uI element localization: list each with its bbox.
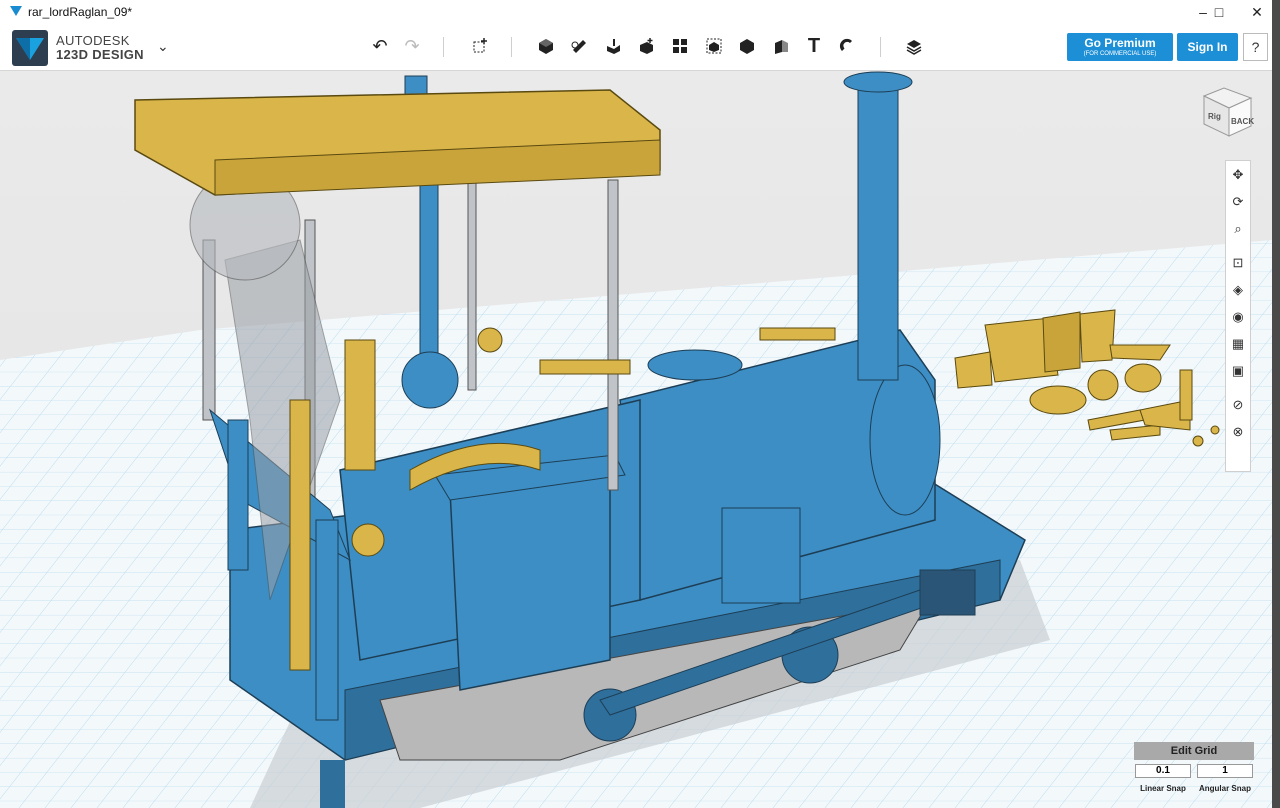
- app-window: rar_lordRaglan_09* – □ ✕ AUTODESK 123D D…: [0, 0, 1273, 808]
- go-premium-label: Go Premium: [1084, 36, 1156, 50]
- orbit-icon[interactable]: ⟳: [1228, 192, 1248, 212]
- undo-button[interactable]: ↶: [367, 33, 393, 59]
- product-name-123d: 123D: [56, 47, 89, 62]
- grouping-button[interactable]: [701, 33, 727, 59]
- modify-icon: [640, 38, 653, 54]
- toolbar-separator: [511, 37, 512, 57]
- viewcube[interactable]: Rig BACK: [1199, 86, 1254, 138]
- toolbar-separator: [443, 37, 444, 57]
- edit-grid-button[interactable]: Edit Grid: [1134, 742, 1254, 760]
- 3d-viewport[interactable]: Rig BACK ✥ ⟳ ⌕ ⊡ ◈ ◉ ▦ ▣ ⊘ ⊗ Edit Grid 0…: [0, 71, 1272, 808]
- zoom-icon[interactable]: ⌕: [1228, 219, 1248, 239]
- camera-icon[interactable]: ▣: [1228, 361, 1248, 381]
- measure-icon: [775, 40, 788, 54]
- sketch-button[interactable]: [566, 33, 592, 59]
- viewcube-face-back: BACK: [1231, 117, 1254, 126]
- window-title: rar_lordRaglan_09*: [28, 5, 133, 19]
- scene-canvas: [0, 71, 1272, 808]
- pattern-button[interactable]: [667, 33, 693, 59]
- go-premium-sublabel: (FOR COMMERCIAL USE): [1083, 51, 1157, 57]
- pan-icon[interactable]: ✥: [1228, 165, 1248, 185]
- transform-icon: [473, 38, 487, 53]
- title-bar: rar_lordRaglan_09* – □ ✕: [0, 0, 1272, 24]
- visibility-eye-icon[interactable]: ◉: [1228, 307, 1248, 327]
- construct-button[interactable]: [600, 33, 626, 59]
- main-menu-chevron-icon[interactable]: ⌄: [157, 38, 169, 55]
- sign-in-button[interactable]: Sign In: [1177, 33, 1238, 61]
- app-icon: [10, 6, 22, 16]
- combine-button[interactable]: [734, 33, 760, 59]
- extrude-icon: [607, 39, 620, 54]
- pencil-icon: [571, 40, 586, 53]
- measure-button[interactable]: [768, 33, 794, 59]
- desktop-background: [1272, 0, 1280, 808]
- linear-snap-label: Linear Snap: [1140, 784, 1186, 793]
- hide-sketch-icon[interactable]: ⊘: [1228, 395, 1248, 415]
- view-cube-icon[interactable]: ◈: [1228, 280, 1248, 300]
- layers-icon: [906, 40, 922, 55]
- pattern-icon: [673, 39, 687, 53]
- edit-grid-panel: Edit Grid 0.1 1 Linear Snap Angular Snap: [1134, 742, 1254, 798]
- magnet-icon: [839, 38, 852, 51]
- group-icon: [706, 38, 722, 54]
- autodesk-logo[interactable]: [12, 30, 48, 66]
- transform-button[interactable]: [467, 33, 493, 59]
- primitives-button[interactable]: [533, 33, 559, 59]
- redo-button[interactable]: ↷: [399, 33, 425, 59]
- modify-button[interactable]: [633, 33, 659, 59]
- angular-snap-input[interactable]: 1: [1197, 764, 1253, 778]
- snap-button[interactable]: [834, 33, 860, 59]
- product-name: 123D DESIGN: [56, 47, 144, 62]
- combine-icon: [740, 39, 754, 54]
- material-button[interactable]: [901, 33, 927, 59]
- viewcube-face-right: Rig: [1208, 112, 1221, 121]
- cube-icon: [539, 39, 553, 54]
- help-button[interactable]: ?: [1243, 33, 1268, 61]
- hide-mesh-icon[interactable]: ⊗: [1228, 422, 1248, 442]
- fit-icon[interactable]: ⊡: [1228, 253, 1248, 273]
- material-grid-icon[interactable]: ▦: [1228, 334, 1248, 354]
- angular-snap-label: Angular Snap: [1198, 784, 1251, 793]
- go-premium-button[interactable]: Go Premium (FOR COMMERCIAL USE): [1067, 33, 1173, 61]
- product-name-design: DESIGN: [88, 47, 144, 62]
- navigation-bar: ✥ ⟳ ⌕ ⊡ ◈ ◉ ▦ ▣ ⊘ ⊗: [1225, 160, 1251, 472]
- linear-snap-input[interactable]: 0.1: [1135, 764, 1191, 778]
- brand-name: AUTODESK: [56, 33, 130, 48]
- text-tool-button[interactable]: T: [801, 33, 827, 59]
- main-toolbar: AUTODESK 123D DESIGN ⌄ ↶ ↷ T Go Premium …: [0, 24, 1272, 71]
- toolbar-separator: [880, 37, 881, 57]
